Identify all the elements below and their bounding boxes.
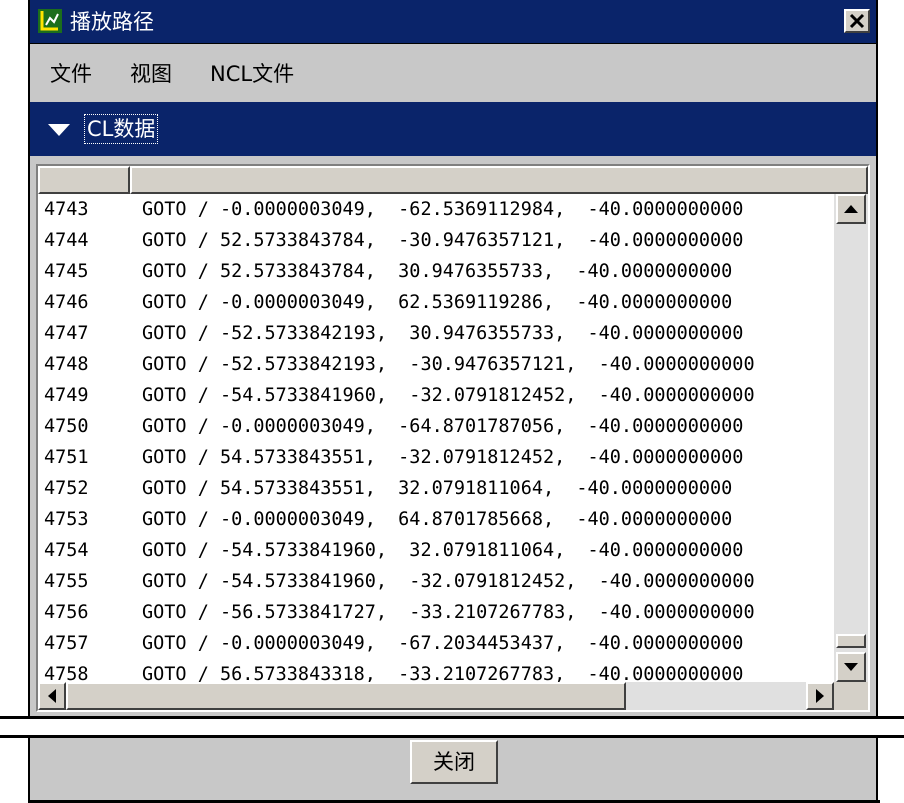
column-headers (38, 166, 868, 194)
scrollbar-corner (834, 682, 868, 710)
row-number: 4743 (44, 199, 89, 220)
row-command: GOTO / -0.0000003049, -67.2034453437, -4… (142, 633, 744, 654)
row-command: GOTO / -0.0000003049, 64.8701785668, -40… (142, 509, 733, 530)
row-command: GOTO / 52.5733843784, -30.9476357121, -4… (142, 230, 744, 251)
row-number: 4750 (44, 416, 89, 437)
list-item[interactable]: 4745 GOTO / 52.5733843784, 30.9476355733,… (38, 256, 834, 287)
list-item[interactable]: 4750 GOTO / -0.0000003049, -64.8701787056… (38, 411, 834, 442)
window-title: 播放路径 (70, 10, 154, 34)
arrow-down-icon (844, 663, 858, 671)
row-command: GOTO / -52.5733842193, 30.9476355733, -4… (142, 323, 744, 344)
title-bar[interactable]: 播放路径 (30, 0, 876, 44)
window-split-gap (0, 716, 904, 738)
list-item[interactable]: 4746 GOTO / -0.0000003049, 62.5369119286,… (38, 287, 834, 318)
menu-ncl-file[interactable]: NCL文件 (210, 61, 294, 87)
row-command: GOTO / -54.5733841960, -32.0791812452, -… (142, 385, 755, 406)
row-number: 4751 (44, 447, 89, 468)
arrow-up-icon (844, 205, 858, 213)
row-number: 4747 (44, 323, 89, 344)
row-command: GOTO / -0.0000003049, 62.5369119286, -40… (142, 292, 733, 313)
list-item[interactable]: 4751 GOTO / 54.5733843551, -32.0791812452… (38, 442, 834, 473)
vertical-scrollbar[interactable] (834, 194, 868, 684)
list-rows: 4743 GOTO / -0.0000003049, -62.5369112984… (38, 194, 834, 685)
list-item[interactable]: 4757 GOTO / -0.0000003049, -67.2034453437… (38, 628, 834, 659)
close-x-icon (849, 13, 865, 29)
list-item[interactable]: 4749 GOTO / -54.5733841960, -32.079181245… (38, 380, 834, 411)
row-command: GOTO / 54.5733843551, 32.0791811064, -40… (142, 478, 733, 499)
row-command: GOTO / -0.0000003049, -62.5369112984, -4… (142, 199, 744, 220)
list-item[interactable]: 4756 GOTO / -56.5733841727, -33.210726778… (38, 597, 834, 628)
list-item[interactable]: 4752 GOTO / 54.5733843551, 32.0791811064,… (38, 473, 834, 504)
scroll-right-button[interactable] (806, 682, 834, 710)
row-number: 4744 (44, 230, 89, 251)
list-item[interactable]: 4747 GOTO / -52.5733842193, 30.9476355733… (38, 318, 834, 349)
vertical-scroll-thumb[interactable] (836, 634, 866, 648)
row-command: GOTO / -52.5733842193, -30.9476357121, -… (142, 354, 755, 375)
menu-view[interactable]: 视图 (130, 61, 172, 87)
list-item[interactable]: 4744 GOTO / 52.5733843784, -30.9476357121… (38, 225, 834, 256)
row-number: 4752 (44, 478, 89, 499)
arrow-left-icon (48, 689, 56, 703)
scroll-up-button[interactable] (836, 194, 866, 224)
row-number: 4748 (44, 354, 89, 375)
scroll-left-button[interactable] (38, 682, 66, 710)
column-header-number[interactable] (38, 166, 130, 194)
row-command: GOTO / -54.5733841960, -32.0791812452, -… (142, 571, 755, 592)
arrow-right-icon (816, 689, 824, 703)
menu-file[interactable]: 文件 (50, 61, 92, 87)
row-number: 4754 (44, 540, 89, 561)
row-number: 4746 (44, 292, 89, 313)
list-item[interactable]: 4754 GOTO / -54.5733841960, 32.0791811064… (38, 535, 834, 566)
horizontal-scroll-thumb[interactable] (66, 682, 626, 710)
list-item[interactable]: 4753 GOTO / -0.0000003049, 64.8701785668,… (38, 504, 834, 535)
row-number: 4755 (44, 571, 89, 592)
list-item[interactable]: 4748 GOTO / -52.5733842193, -30.947635712… (38, 349, 834, 380)
row-number: 4757 (44, 633, 89, 654)
row-command: GOTO / 52.5733843784, 30.9476355733, -40… (142, 261, 733, 282)
column-header-command[interactable] (130, 166, 868, 194)
list-item[interactable]: 4755 GOTO / -54.5733841960, -32.079181245… (38, 566, 834, 597)
row-command: GOTO / -56.5733841727, -33.2107267783, -… (142, 602, 755, 623)
row-command: GOTO / 54.5733843551, -32.0791812452, -4… (142, 447, 744, 468)
app-icon (38, 9, 62, 33)
row-command: GOTO / -54.5733841960, 32.0791811064, -4… (142, 540, 744, 561)
play-path-window: 播放路径 文件 视图 NCL文件 CL数据 4743 GOTO / -0.0000… (0, 0, 904, 803)
close-window-button[interactable] (844, 9, 870, 33)
row-number: 4753 (44, 509, 89, 530)
row-command: GOTO / -0.0000003049, -64.8701787056, -4… (142, 416, 744, 437)
row-number: 4756 (44, 602, 89, 623)
section-label: CL数据 (84, 114, 159, 144)
row-number: 4749 (44, 385, 89, 406)
cl-data-section-header[interactable]: CL数据 (30, 102, 876, 156)
triangle-down-icon (48, 124, 70, 136)
horizontal-scrollbar[interactable] (38, 682, 834, 710)
close-button[interactable]: 关闭 (410, 740, 498, 784)
cl-data-list[interactable]: 4743 GOTO / -0.0000003049, -62.5369112984… (36, 164, 870, 712)
menu-bar: 文件 视图 NCL文件 (30, 45, 876, 101)
row-number: 4745 (44, 261, 89, 282)
scroll-down-button[interactable] (836, 652, 866, 682)
bottom-bar: 关闭 (30, 738, 876, 803)
list-item[interactable]: 4743 GOTO / -0.0000003049, -62.5369112984… (38, 194, 834, 225)
